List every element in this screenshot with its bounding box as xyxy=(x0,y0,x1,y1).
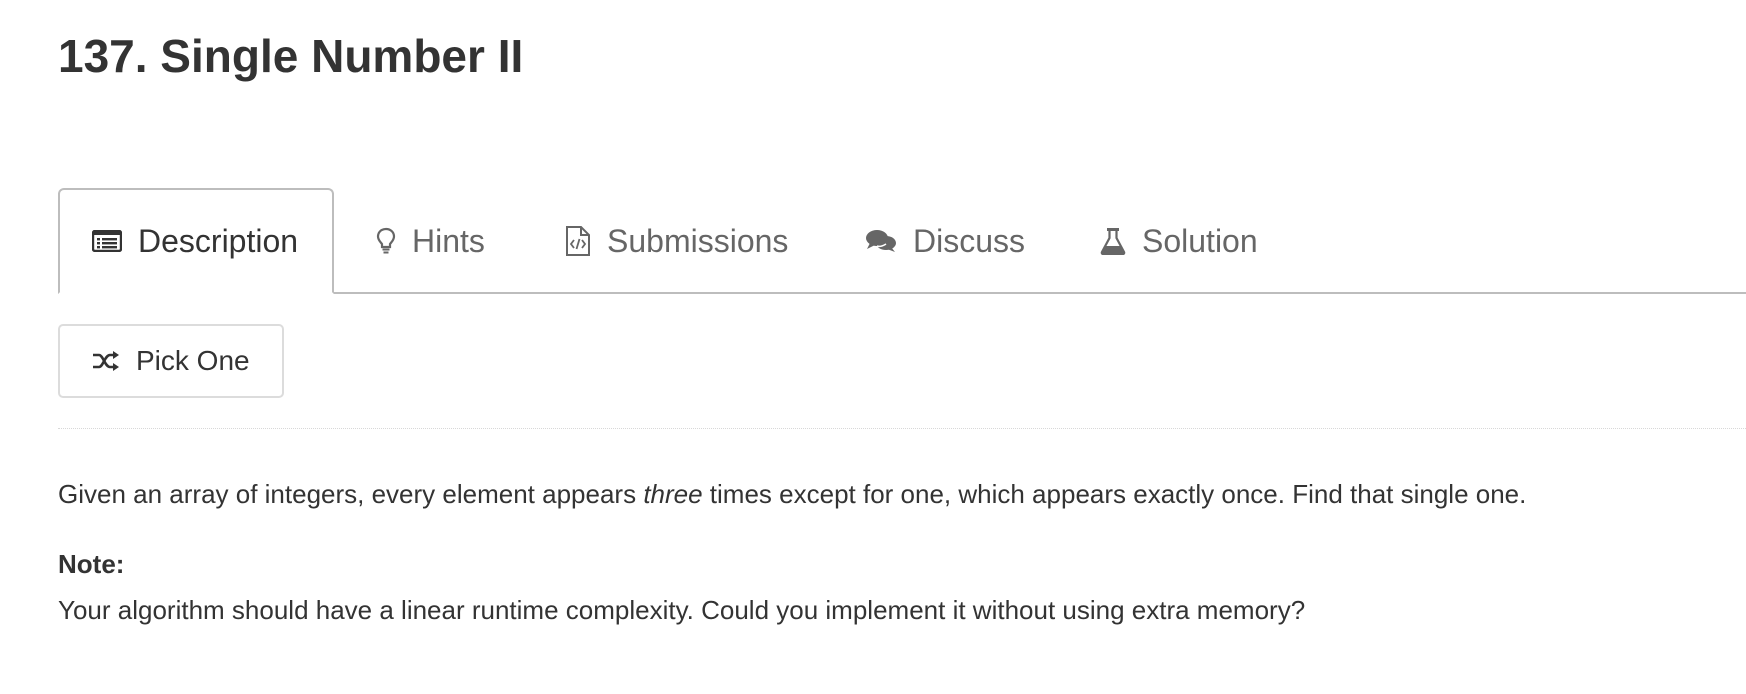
tab-hints[interactable]: Hints xyxy=(376,188,485,294)
pick-one-label: Pick One xyxy=(136,345,250,376)
tab-discuss[interactable]: Discuss xyxy=(865,188,1025,294)
code-file-icon xyxy=(565,225,591,257)
pick-one-button[interactable]: Pick One xyxy=(58,324,284,398)
tab-label: Hints xyxy=(412,222,485,259)
note-text: Your algorithm should have a linear runt… xyxy=(58,595,1306,625)
chat-bubbles-icon xyxy=(865,228,897,254)
lightbulb-icon xyxy=(376,227,396,255)
emphasis-three: three xyxy=(643,479,703,509)
tab-label: Description xyxy=(138,222,299,259)
tab-bar: Description Hints Submissions Discuss So… xyxy=(58,188,1746,294)
tab-label: Discuss xyxy=(913,222,1026,259)
shuffle-icon xyxy=(92,350,120,372)
divider xyxy=(58,428,1746,429)
problem-page: 137. Single Number II Description Hints … xyxy=(58,0,1746,694)
list-icon xyxy=(92,230,122,252)
tab-description[interactable]: Description xyxy=(58,188,335,294)
tab-label: Submissions xyxy=(607,222,789,259)
tab-submissions[interactable]: Submissions xyxy=(565,188,788,294)
tab-solution[interactable]: Solution xyxy=(1100,188,1258,294)
description-text-start: Given an array of integers, every elemen… xyxy=(58,479,644,509)
flask-icon xyxy=(1100,227,1126,255)
description-text-end: times except for one, which appears exac… xyxy=(702,479,1527,509)
page-title: 137. Single Number II xyxy=(58,30,524,82)
tab-label: Solution xyxy=(1142,222,1258,259)
description-paragraph: Given an array of integers, every elemen… xyxy=(58,476,1526,512)
note-label: Note: xyxy=(58,549,125,579)
